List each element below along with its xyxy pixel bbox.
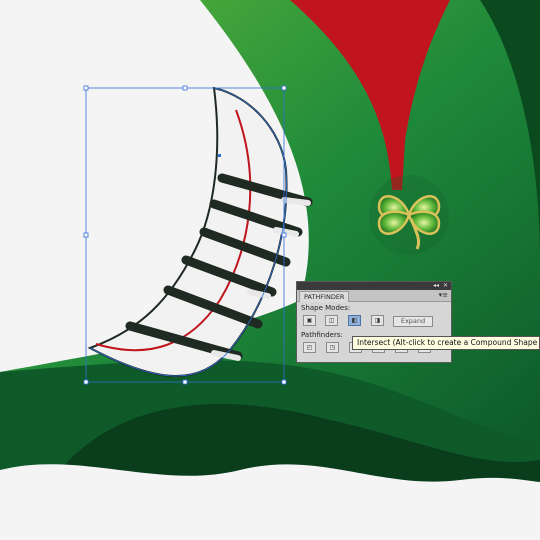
unite-icon: ▣ — [306, 317, 313, 324]
handle-top-right[interactable] — [281, 85, 287, 91]
divide-icon: ◰ — [306, 344, 313, 351]
trim-icon: ◳ — [329, 344, 336, 351]
panel-titlebar[interactable]: ◂◂ ✕ — [297, 282, 451, 290]
handle-top-middle[interactable] — [182, 85, 188, 91]
handle-top-left[interactable] — [83, 85, 89, 91]
panel-menu-icon[interactable]: ▾≡ — [439, 291, 448, 300]
collapse-panel-icon[interactable]: ◂◂ — [433, 282, 439, 290]
expand-button[interactable]: Expand — [393, 316, 433, 327]
lace-1-tip — [281, 197, 311, 206]
handle-bottom-middle[interactable] — [182, 379, 188, 385]
artboard-canvas[interactable] — [0, 0, 540, 540]
anchor-point[interactable] — [218, 154, 221, 157]
handle-bottom-left[interactable] — [83, 379, 89, 385]
intersect-icon: ◧ — [351, 317, 358, 324]
intersect-tooltip: Intersect (Alt-click to create a Compoun… — [352, 336, 540, 350]
minus-front-button[interactable]: ◫ — [325, 315, 338, 326]
divide-button[interactable]: ◰ — [303, 342, 316, 353]
shamrock-clover — [369, 175, 449, 255]
exclude-button[interactable]: ◨ — [371, 315, 384, 326]
close-panel-icon[interactable]: ✕ — [443, 282, 448, 290]
pathfinders-label: Pathfinders: — [301, 331, 343, 339]
handle-middle-right[interactable] — [281, 232, 287, 238]
trim-button[interactable]: ◳ — [326, 342, 339, 353]
shape-modes-label: Shape Modes: — [301, 304, 351, 312]
lace-4-tip — [247, 289, 271, 299]
pathfinder-panel: ◂◂ ✕ PATHFINDER ▾≡ Shape Modes: ▣ ◫ ◧ ◨ … — [296, 281, 452, 363]
handle-bottom-right[interactable] — [281, 379, 287, 385]
minus-front-icon: ◫ — [328, 317, 335, 324]
panel-tabbar: PATHFINDER ▾≡ — [297, 290, 451, 302]
tab-pathfinder[interactable]: PATHFINDER — [299, 291, 350, 302]
exclude-icon: ◨ — [374, 317, 381, 324]
handle-middle-left[interactable] — [83, 232, 89, 238]
intersect-button[interactable]: ◧ — [348, 315, 361, 326]
unite-button[interactable]: ▣ — [303, 315, 316, 326]
